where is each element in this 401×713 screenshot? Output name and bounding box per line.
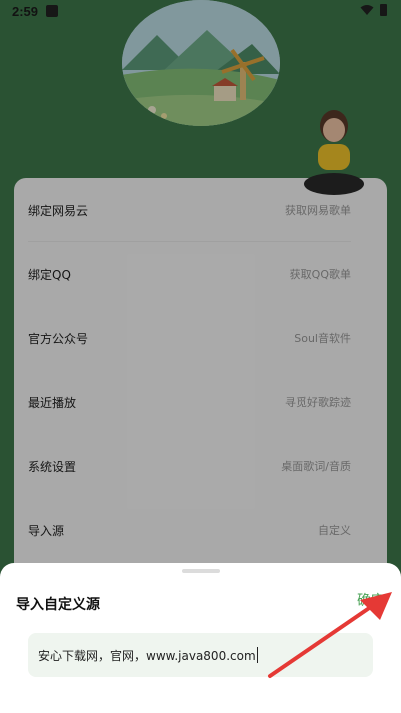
text-caret (256, 647, 258, 663)
sheet-drag-handle[interactable] (182, 569, 220, 573)
annotation-arrow-icon (268, 592, 392, 678)
source-url-value: 安心下载网，官网，www.java800.com (38, 648, 256, 663)
sheet-title: 导入自定义源 (16, 597, 100, 613)
